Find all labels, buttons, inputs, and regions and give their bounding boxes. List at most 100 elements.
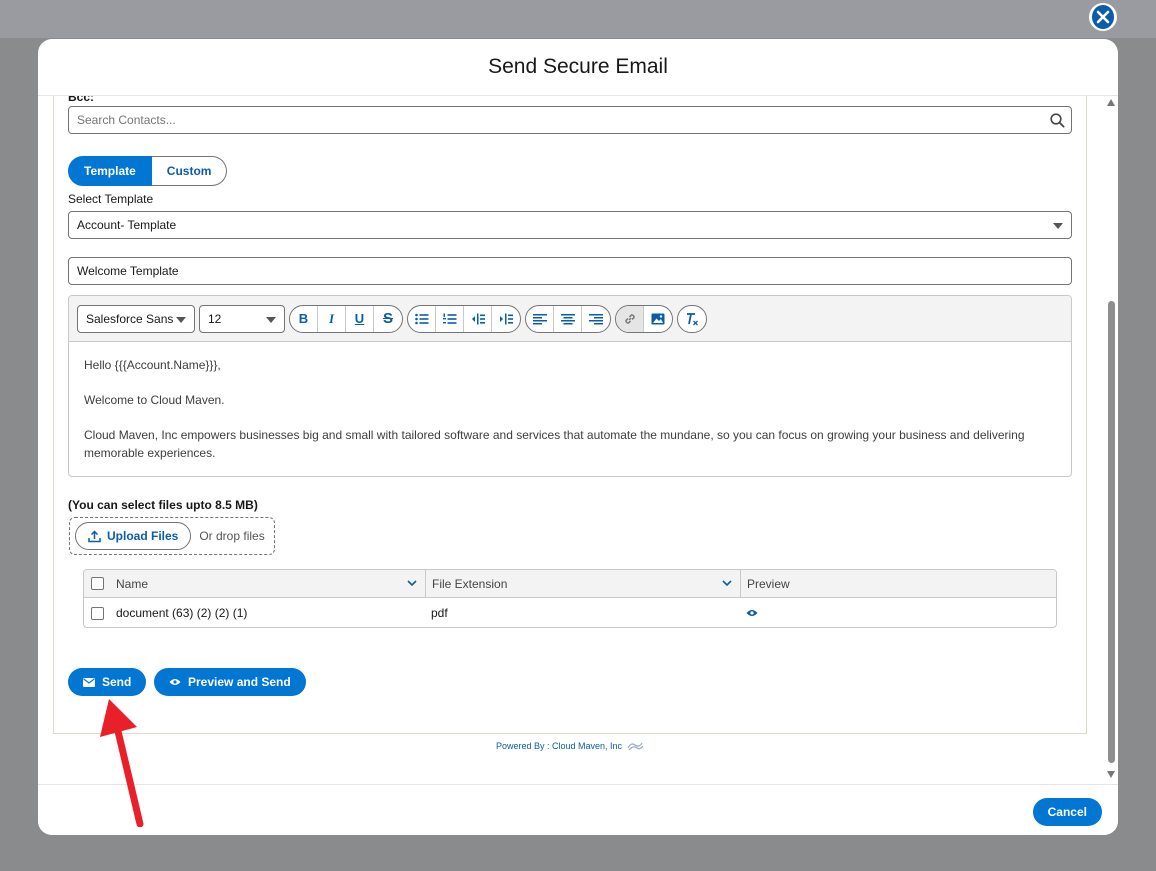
- upload-files-label: Upload Files: [107, 529, 179, 543]
- rich-text-editor: Salesforce Sans 12 B I U S Hello {{{Acco…: [68, 295, 1072, 477]
- bullet-list-icon: [414, 313, 428, 324]
- bold-button[interactable]: B: [290, 305, 318, 332]
- scroll-up-arrow-icon[interactable]: [1107, 99, 1115, 106]
- column-header-name[interactable]: Name: [110, 570, 425, 597]
- align-right-icon: [589, 313, 603, 324]
- list-group: [407, 304, 521, 333]
- font-family-caret-icon: [176, 316, 186, 323]
- font-size-value: 12: [208, 311, 222, 326]
- close-modal-button[interactable]: [1089, 3, 1117, 31]
- underline-button[interactable]: U: [346, 305, 374, 332]
- powered-by-text: Powered By : Cloud Maven, Inc: [496, 741, 623, 751]
- files-table-header: Name File Extension Preview: [84, 570, 1056, 598]
- modal-footer: Cancel: [38, 784, 1118, 835]
- subject-value: Welcome Template: [77, 264, 179, 278]
- file-name: document (63) (2) (2) (1): [116, 606, 248, 620]
- editor-paragraph-description: Cloud Maven, Inc empowers businesses big…: [84, 428, 1025, 460]
- header-checkbox-cell: [84, 570, 110, 597]
- insert-group: [615, 304, 673, 333]
- editor-toolbar: Salesforce Sans 12 B I U S: [69, 296, 1071, 342]
- chevron-down-icon[interactable]: [407, 580, 417, 587]
- file-preview-cell: [740, 598, 1056, 627]
- custom-mode-button[interactable]: Custom: [151, 156, 228, 186]
- cloud-maven-logo-icon: [627, 742, 644, 751]
- font-size-select[interactable]: 12: [199, 304, 285, 333]
- drop-files-text: Or drop files: [199, 529, 265, 543]
- background-header: [0, 0, 1156, 38]
- red-pointer-arrow-icon: [100, 699, 144, 827]
- modal-body[interactable]: Bcc: Template Custom Select Template Acc…: [38, 96, 1118, 784]
- scroll-thumb[interactable]: [1108, 301, 1115, 763]
- upload-icon: [88, 529, 101, 542]
- modal-header: Send Secure Email: [38, 39, 1118, 96]
- column-header-preview: Preview: [740, 570, 1056, 597]
- send-secure-email-modal: Send Secure Email Bcc: Template Custom S…: [38, 39, 1118, 835]
- eye-icon[interactable]: [746, 609, 758, 617]
- align-group: [525, 304, 611, 333]
- eye-icon: [169, 679, 181, 685]
- mode-toggle: Template Custom: [68, 156, 228, 186]
- editor-content[interactable]: Hello {{{Account.Name}}}, Welcome to Clo…: [69, 342, 1071, 476]
- chevron-down-icon[interactable]: [722, 580, 732, 587]
- clear-format-group: [677, 304, 707, 333]
- file-name-cell: document (63) (2) (2) (1): [110, 598, 425, 627]
- close-icon: [1096, 10, 1110, 24]
- table-row: document (63) (2) (2) (1) pdf: [84, 598, 1056, 627]
- select-all-checkbox[interactable]: [90, 577, 104, 590]
- italic-icon: I: [328, 310, 335, 326]
- row-checkbox[interactable]: [90, 606, 104, 620]
- image-icon: [651, 313, 665, 324]
- strikethrough-button[interactable]: S: [374, 306, 402, 332]
- insert-image-button[interactable]: [644, 306, 672, 332]
- outdent-icon: [471, 313, 485, 324]
- align-right-button[interactable]: [582, 306, 610, 332]
- link-button[interactable]: [616, 305, 644, 332]
- cancel-button[interactable]: Cancel: [1032, 798, 1102, 826]
- column-header-extension[interactable]: File Extension: [425, 570, 740, 597]
- send-label: Send: [102, 675, 132, 689]
- editor-paragraph-greeting: Hello {{{Account.Name}}},: [84, 358, 221, 372]
- select-template-label: Select Template: [68, 192, 154, 206]
- file-extension: pdf: [431, 606, 448, 620]
- send-button[interactable]: Send: [68, 668, 147, 696]
- file-drop-zone[interactable]: Upload Files Or drop files: [69, 517, 275, 555]
- envelope-icon: [83, 677, 95, 687]
- font-family-value: Salesforce Sans: [86, 311, 174, 326]
- modal-title: Send Secure Email: [488, 55, 668, 78]
- bullet-list-button[interactable]: [408, 305, 436, 332]
- numbered-list-button[interactable]: [436, 305, 464, 332]
- column-header-extension-label: File Extension: [432, 576, 508, 591]
- underline-icon: U: [354, 311, 365, 326]
- indent-icon: [500, 313, 513, 324]
- template-select[interactable]: Account- Template: [68, 211, 1072, 239]
- powered-by: Powered By : Cloud Maven, Inc: [496, 741, 644, 751]
- row-checkbox-cell: [84, 598, 110, 627]
- search-contacts-input[interactable]: [69, 107, 1029, 133]
- bold-icon: B: [298, 311, 309, 326]
- outdent-button[interactable]: [464, 305, 492, 332]
- preview-and-send-label: Preview and Send: [188, 675, 291, 689]
- link-icon: [624, 313, 635, 324]
- template-select-value: Account- Template: [77, 218, 177, 232]
- scroll-down-arrow-icon[interactable]: [1107, 771, 1115, 778]
- indent-button[interactable]: [492, 306, 520, 332]
- align-center-button[interactable]: [554, 305, 582, 332]
- search-contacts-field[interactable]: [68, 106, 1072, 134]
- search-icon[interactable]: [1050, 113, 1065, 128]
- clear-formatting-button[interactable]: [678, 306, 706, 332]
- files-table: Name File Extension Preview document (63…: [83, 569, 1057, 628]
- preview-and-send-button[interactable]: Preview and Send: [154, 668, 306, 696]
- editor-paragraph-welcome: Welcome to Cloud Maven.: [84, 393, 225, 407]
- align-center-icon: [560, 313, 575, 324]
- strikethrough-icon: S: [382, 310, 393, 327]
- align-left-button[interactable]: [526, 305, 554, 332]
- template-mode-button[interactable]: Template: [68, 156, 152, 186]
- italic-button[interactable]: I: [318, 305, 346, 332]
- font-size-caret-icon: [266, 316, 276, 323]
- file-extension-cell: pdf: [425, 598, 740, 627]
- upload-files-button[interactable]: Upload Files: [75, 522, 192, 550]
- font-family-select[interactable]: Salesforce Sans: [77, 304, 195, 333]
- vertical-scrollbar[interactable]: [1104, 96, 1118, 784]
- align-left-icon: [532, 313, 547, 324]
- subject-input[interactable]: Welcome Template: [68, 257, 1072, 285]
